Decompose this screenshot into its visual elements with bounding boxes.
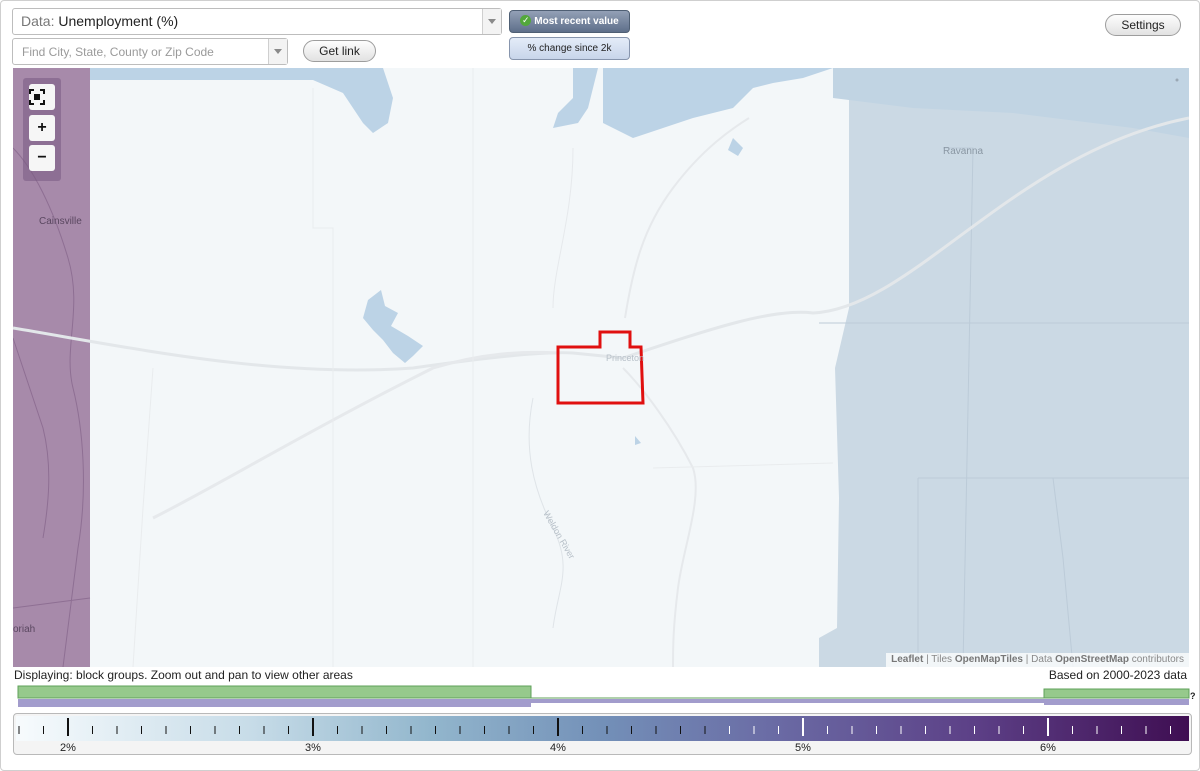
- search-input[interactable]: [13, 39, 263, 64]
- chevron-down-icon[interactable]: [268, 39, 287, 64]
- display-status: Displaying: block groups. Zoom out and p…: [14, 668, 353, 682]
- legend-tick-label: 5%: [795, 742, 811, 754]
- distribution-histogram: [17, 685, 1190, 707]
- zoom-in-button[interactable]: +: [29, 115, 55, 141]
- zoom-controls: + −: [23, 78, 61, 181]
- place-label: Cainsville: [39, 216, 82, 227]
- legend-ticks: [18, 718, 1171, 736]
- place-label: Weldon River: [541, 509, 577, 561]
- attribution-text: contributors: [1131, 654, 1184, 665]
- data-range-note: Based on 2000-2023 data: [1048, 668, 1187, 682]
- legend-tick-label: 4%: [550, 742, 566, 754]
- leaflet-link[interactable]: Leaflet: [891, 654, 923, 665]
- low-value-region: [819, 68, 1189, 667]
- attribution-text: | Data: [1025, 654, 1053, 665]
- data-select[interactable]: Data: Unemployment (%): [12, 8, 502, 35]
- minus-icon: −: [37, 149, 47, 166]
- map-attribution: Leaflet | Tiles OpenMapTiles | Data Open…: [886, 653, 1189, 667]
- pond: [728, 138, 743, 156]
- data-select-value: Unemployment (%): [58, 13, 179, 29]
- get-link-button[interactable]: Get link: [303, 40, 376, 62]
- road-line: [622, 367, 697, 667]
- histogram-purple-band: [18, 699, 531, 707]
- block-boundary: [132, 367, 154, 667]
- legend-tick-label: 6%: [1040, 742, 1056, 754]
- histogram-purple-band: [1044, 699, 1189, 705]
- pond: [635, 436, 641, 445]
- highway-road: [152, 350, 559, 520]
- histogram-green-band: [17, 685, 1190, 699]
- app-frame: Data: Unemployment (%) Get link ✓Most re…: [0, 0, 1200, 771]
- block-boundary: [312, 88, 334, 667]
- selected-area-outline[interactable]: [556, 330, 645, 405]
- place-label: Ravanna: [943, 146, 983, 157]
- water-body: [603, 68, 833, 138]
- lake: [363, 290, 423, 363]
- road-line: [552, 147, 574, 309]
- water-body: [553, 68, 598, 128]
- place-label: oriah: [13, 624, 35, 635]
- settings-button[interactable]: Settings: [1105, 14, 1181, 36]
- most-recent-label: Most recent value: [534, 16, 619, 27]
- histogram-purple-band: [531, 699, 1044, 703]
- water-body: [90, 68, 393, 133]
- help-icon[interactable]: ?: [1190, 691, 1196, 701]
- legend-tick-label: 2%: [60, 742, 76, 754]
- plus-icon: +: [37, 119, 47, 136]
- map-marker-dot: [1175, 78, 1179, 82]
- place-label: Princeton: [606, 353, 644, 363]
- most-recent-button[interactable]: ✓ Most recent value: [509, 10, 630, 33]
- openmaptiles-link[interactable]: OpenMapTiles: [955, 654, 1023, 665]
- map[interactable]: Ravanna Cainsville Princeton Weldon Rive…: [13, 68, 1189, 667]
- attribution-text: | Tiles: [926, 654, 953, 665]
- openstreetmap-link[interactable]: OpenStreetMap: [1055, 654, 1129, 665]
- legend-tick-label: 3%: [305, 742, 321, 754]
- fullscreen-icon: [29, 89, 45, 105]
- chevron-down-icon[interactable]: [482, 9, 501, 34]
- check-icon: ✓: [520, 14, 532, 26]
- color-legend[interactable]: 2% 3% 4% 5% 6%: [13, 713, 1192, 755]
- block-boundary: [652, 462, 834, 469]
- map-canvas[interactable]: Ravanna Cainsville Princeton Weldon Rive…: [13, 68, 1189, 667]
- search-box[interactable]: [12, 38, 288, 65]
- fullscreen-button[interactable]: [29, 84, 55, 110]
- data-select-prefix: Data:: [21, 13, 55, 29]
- zoom-out-button[interactable]: −: [29, 145, 55, 171]
- pct-change-button[interactable]: % change since 2k: [509, 37, 630, 60]
